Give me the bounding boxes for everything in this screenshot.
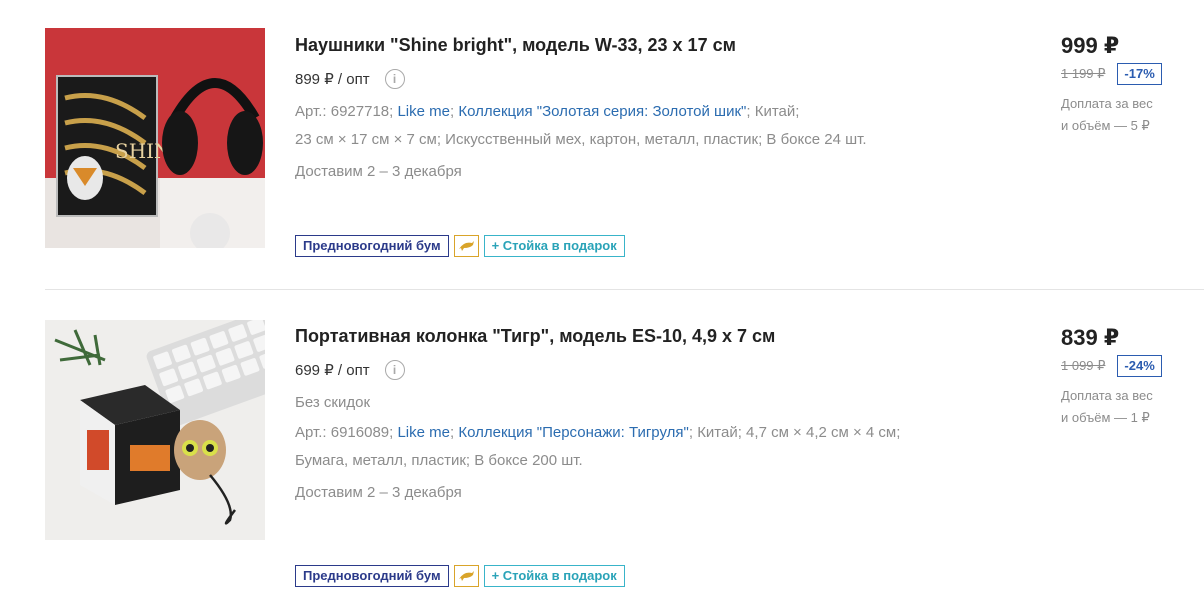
surcharge-line: и объём — 5 ₽ [1061,118,1150,133]
separator: ; [746,103,751,120]
product-card: Портативная колонка "Тигр", модель ES-10… [0,291,1204,611]
product-image[interactable]: SHINE [45,28,265,248]
surcharge-note: Доплата за вес и объём — 5 ₽ [1061,93,1181,137]
badge-row: Предновогодний бум + Стойка в подарок [295,235,625,257]
divider [45,289,1204,290]
product-title[interactable]: Наушники "Shine bright", модель W-33, 23… [295,33,995,57]
article-number: Арт.: 6916089; [295,424,394,441]
promo-badge[interactable]: Предновогодний бум [295,565,449,587]
specs-details: Бумага, металл, пластик; В боксе 200 шт. [295,452,583,469]
old-price: 1 099 ₽ [1061,358,1106,373]
dolphin-icon[interactable] [453,565,479,587]
brand-link[interactable]: Like me [397,103,450,120]
opt-price: 699 ₽ / опт [295,362,370,379]
separator: ; [688,424,694,441]
surcharge-line: и объём — 1 ₽ [1061,410,1150,425]
surcharge-note: Доплата за вес и объём — 1 ₽ [1061,385,1181,429]
surcharge-line: Доплата за вес [1061,96,1153,111]
delivery-date: Доставим 2 – 3 декабря [295,163,462,180]
article-number: Арт.: 6927718; [295,103,394,120]
delivery-date: Доставим 2 – 3 декабря [295,484,462,501]
opt-price-row: 699 ₽ / опт i [295,359,995,381]
collection-link[interactable]: Коллекция "Персонажи: Тигруля" [458,424,689,441]
discount-badge: -17% [1117,63,1162,85]
surcharge-line: Доплата за вес [1061,388,1153,403]
info-icon[interactable]: i [384,360,405,380]
opt-price-row: 899 ₽ / опт i [295,68,995,90]
no-discount-note: Без скидок [295,394,370,411]
collection-link[interactable]: Коллекция "Золотая серия: Золотой шик" [458,103,746,120]
product-specs: Арт.: 6927718; Like me; Коллекция "Золот… [295,98,995,154]
country: Китай; [754,103,800,120]
brand-link[interactable]: Like me [397,424,450,441]
country: Китай; 4,7 см × 4,2 см × 4 см; [697,424,901,441]
discount-badge: -24% [1117,355,1162,377]
promo-badge[interactable]: Предновогодний бум [295,235,449,257]
opt-price: 899 ₽ / опт [295,71,370,88]
current-price: 839 ₽ [1061,325,1120,350]
price-block: 999 ₽ 1 199 ₽ -17% Доплата за вес и объё… [1061,33,1201,137]
product-info: Наушники "Shine bright", модель W-33, 23… [295,33,995,180]
badge-row: Предновогодний бум + Стойка в подарок [295,565,625,587]
current-price: 999 ₽ [1061,33,1120,58]
product-info: Портативная колонка "Тигр", модель ES-10… [295,324,995,501]
price-block: 839 ₽ 1 099 ₽ -24% Доплата за вес и объё… [1061,325,1201,429]
info-icon[interactable]: i [384,69,405,89]
product-specs: Арт.: 6916089; Like me; Коллекция "Персо… [295,419,995,475]
product-card: SHINE Наушники "Shine bright", модель W-… [0,0,1204,290]
separator: ; [450,103,455,120]
gift-badge[interactable]: + Стойка в подарок [483,565,625,587]
product-image[interactable] [45,320,265,540]
dolphin-icon[interactable] [453,235,479,257]
separator: ; [450,424,455,441]
gift-badge[interactable]: + Стойка в подарок [483,235,625,257]
old-price: 1 199 ₽ [1061,66,1106,81]
specs-details: 23 см × 17 см × 7 см; Искусственный мех,… [295,131,867,148]
product-title[interactable]: Портативная колонка "Тигр", модель ES-10… [295,324,995,348]
